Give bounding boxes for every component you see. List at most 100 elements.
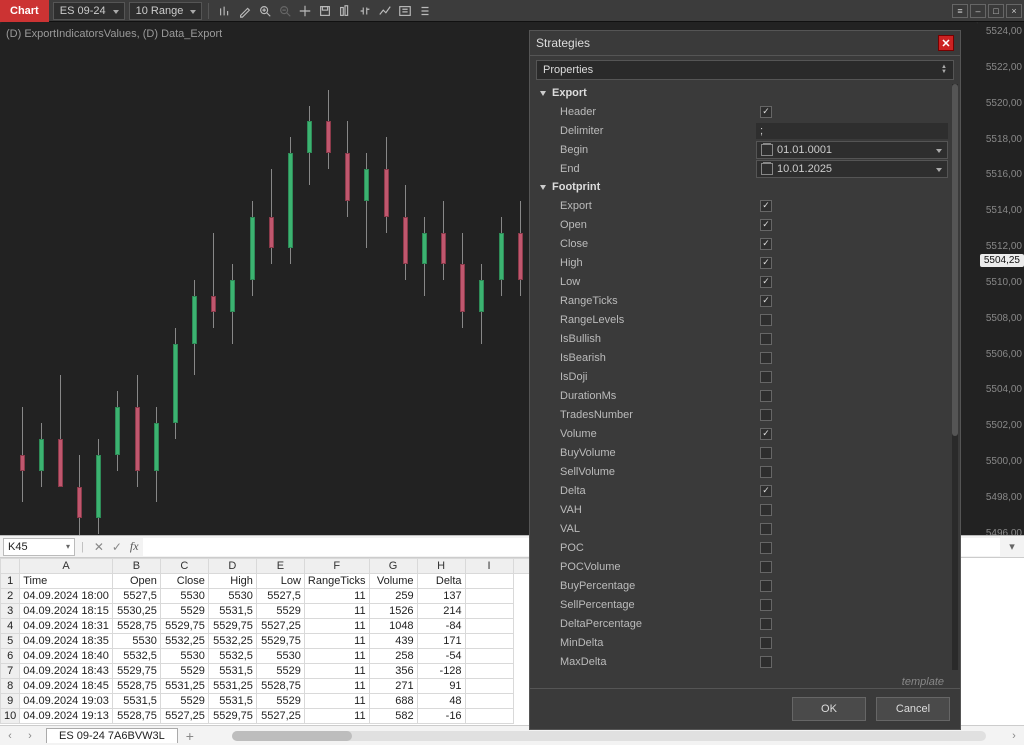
window-menu-icon[interactable]: ≡ <box>952 4 968 18</box>
checkbox[interactable] <box>760 523 772 535</box>
cell[interactable]: 5527,25 <box>160 709 208 724</box>
formula-dropdown-icon[interactable]: ▾ <box>1000 540 1024 553</box>
cell[interactable]: 5532,25 <box>160 634 208 649</box>
cell[interactable]: 04.09.2024 18:00 <box>20 589 113 604</box>
checkbox[interactable] <box>760 276 772 288</box>
cell[interactable] <box>465 619 513 634</box>
cell[interactable]: 11 <box>304 694 369 709</box>
checkbox[interactable] <box>760 428 772 440</box>
prev-sheet-icon[interactable]: ‹ <box>0 730 20 742</box>
indicators-icon[interactable] <box>215 1 235 21</box>
cell[interactable]: 5531,25 <box>208 679 256 694</box>
col-header[interactable]: I <box>465 559 513 574</box>
data-series-icon[interactable] <box>355 1 375 21</box>
cell[interactable]: 5529,75 <box>160 619 208 634</box>
begin-date-picker[interactable]: 01.01.0001 <box>756 141 948 159</box>
cell[interactable]: 5531,5 <box>208 604 256 619</box>
properties-dropdown[interactable]: Properties ▲▼ <box>536 60 954 80</box>
confirm-edit-icon[interactable]: ✓ <box>108 540 126 554</box>
cell[interactable]: 5530 <box>256 649 304 664</box>
cell[interactable]: 5529 <box>160 664 208 679</box>
cell[interactable]: 04.09.2024 18:43 <box>20 664 113 679</box>
checkbox[interactable] <box>760 219 772 231</box>
maximize-icon[interactable]: □ <box>988 4 1004 18</box>
cell[interactable] <box>465 574 513 589</box>
fx-icon[interactable]: fx <box>130 539 139 554</box>
cell[interactable]: -16 <box>417 709 465 724</box>
col-header[interactable]: B <box>112 559 160 574</box>
cell[interactable]: 214 <box>417 604 465 619</box>
cell[interactable]: 5529,75 <box>208 619 256 634</box>
cell[interactable]: 04.09.2024 18:15 <box>20 604 113 619</box>
checkbox[interactable] <box>760 656 772 668</box>
cell[interactable]: 439 <box>369 634 417 649</box>
minimize-icon[interactable]: – <box>970 4 986 18</box>
cell[interactable]: Low <box>256 574 304 589</box>
sheet-tab[interactable]: ES 09-24 7A6BVW3L <box>46 728 178 743</box>
col-header[interactable]: F <box>304 559 369 574</box>
save-chart-icon[interactable] <box>315 1 335 21</box>
cell[interactable]: 04.09.2024 19:03 <box>20 694 113 709</box>
cell[interactable]: -54 <box>417 649 465 664</box>
cell[interactable]: 5531,5 <box>208 694 256 709</box>
checkbox[interactable] <box>760 580 772 592</box>
row-header[interactable]: 9 <box>1 694 20 709</box>
dialog-scrollbar[interactable] <box>952 84 958 670</box>
checkbox[interactable] <box>760 599 772 611</box>
properties-spin-icon[interactable]: ▲▼ <box>941 65 947 75</box>
cell[interactable]: 271 <box>369 679 417 694</box>
close-icon[interactable]: × <box>1006 4 1022 18</box>
cell[interactable]: 04.09.2024 19:13 <box>20 709 113 724</box>
col-header[interactable]: E <box>256 559 304 574</box>
cell[interactable]: Close <box>160 574 208 589</box>
line-chart-icon[interactable] <box>375 1 395 21</box>
col-header[interactable]: G <box>369 559 417 574</box>
cell[interactable]: 688 <box>369 694 417 709</box>
cell[interactable]: 04.09.2024 18:45 <box>20 679 113 694</box>
cell[interactable]: 5530 <box>208 589 256 604</box>
cell[interactable]: 259 <box>369 589 417 604</box>
cell[interactable] <box>465 664 513 679</box>
dialog-close-icon[interactable]: ✕ <box>938 35 954 51</box>
cell[interactable] <box>465 709 513 724</box>
cell[interactable]: 5530,25 <box>112 604 160 619</box>
checkbox[interactable] <box>760 542 772 554</box>
cell[interactable]: 11 <box>304 649 369 664</box>
cell[interactable]: 5529,75 <box>256 634 304 649</box>
section-footprint[interactable]: Footprint <box>536 178 948 196</box>
cell[interactable]: 5532,25 <box>208 634 256 649</box>
cell[interactable]: RangeTicks <box>304 574 369 589</box>
cell[interactable]: 5532,5 <box>112 649 160 664</box>
cell[interactable]: 5529 <box>256 604 304 619</box>
crosshair-icon[interactable] <box>295 1 315 21</box>
zoom-in-icon[interactable] <box>255 1 275 21</box>
cell[interactable]: 5527,25 <box>256 709 304 724</box>
checkbox[interactable] <box>760 485 772 497</box>
col-header[interactable]: H <box>417 559 465 574</box>
checkbox[interactable] <box>760 390 772 402</box>
next-sheet-icon[interactable]: › <box>20 730 40 742</box>
ok-button[interactable]: OK <box>792 697 866 721</box>
cell[interactable]: 11 <box>304 634 369 649</box>
cell[interactable]: 5530 <box>112 634 160 649</box>
row-header[interactable]: 5 <box>1 634 20 649</box>
cell[interactable]: 04.09.2024 18:31 <box>20 619 113 634</box>
checkbox[interactable] <box>760 106 772 118</box>
cell[interactable]: 5531,5 <box>208 664 256 679</box>
cell[interactable]: Open <box>112 574 160 589</box>
cell[interactable]: High <box>208 574 256 589</box>
end-date-picker[interactable]: 10.01.2025 <box>756 160 948 178</box>
checkbox[interactable] <box>760 618 772 630</box>
col-header[interactable]: D <box>208 559 256 574</box>
cell[interactable]: 11 <box>304 664 369 679</box>
cell[interactable]: 258 <box>369 649 417 664</box>
cell[interactable]: 5530 <box>160 649 208 664</box>
row-header[interactable]: 7 <box>1 664 20 679</box>
cell[interactable]: 5531,5 <box>112 694 160 709</box>
sheet-scroll[interactable] <box>232 731 986 741</box>
cell[interactable]: 1526 <box>369 604 417 619</box>
cell[interactable]: 1048 <box>369 619 417 634</box>
cell[interactable]: 11 <box>304 709 369 724</box>
cell[interactable]: Time <box>20 574 113 589</box>
scroll-right-icon[interactable]: › <box>1004 730 1024 742</box>
